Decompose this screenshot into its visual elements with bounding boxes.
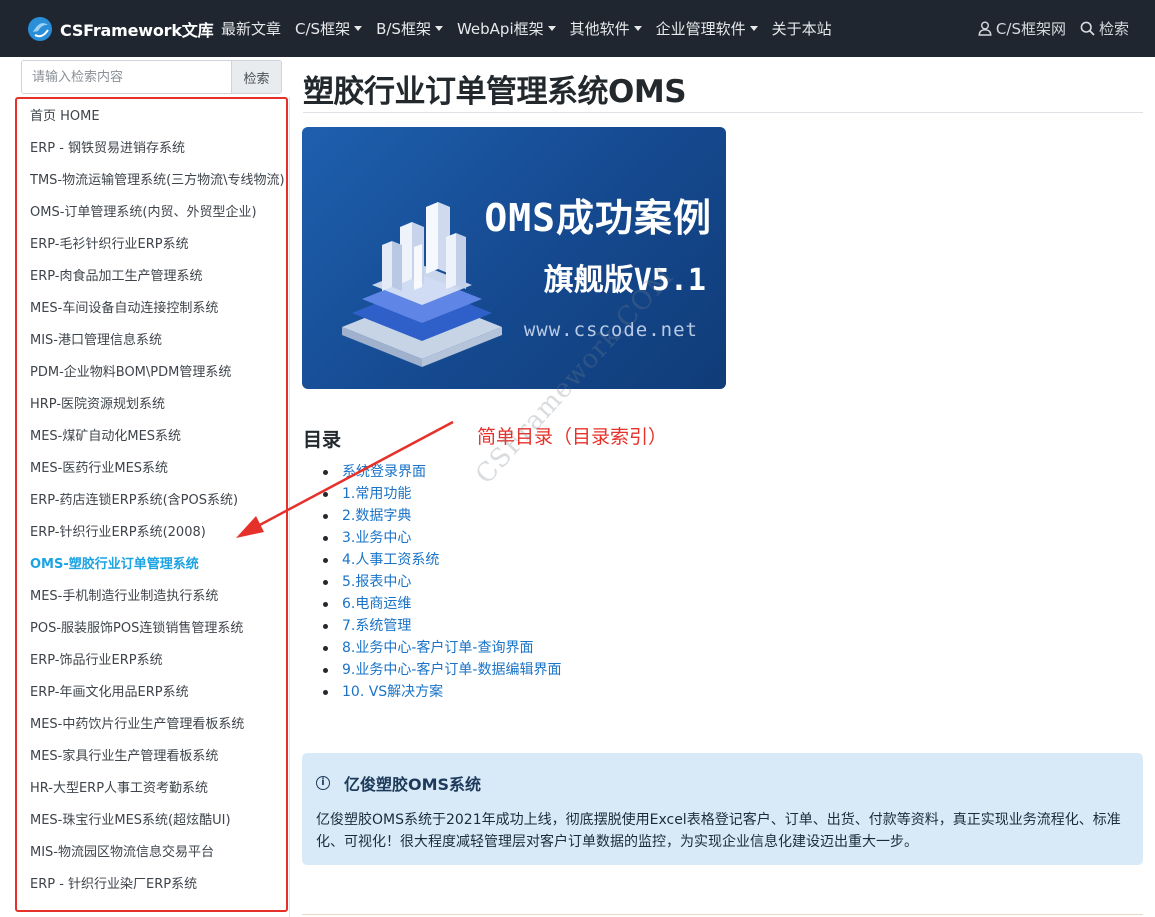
sidebar-item[interactable]: HR-大型ERP人事工资考勤系统 [30,776,286,808]
nav-search-link[interactable]: 检索 [1080,18,1129,39]
toc-link-label: 4.人事工资系统 [342,552,440,568]
nav-item-latest[interactable]: 最新文章 [221,18,281,39]
nav-item-label: 企业管理软件 [655,20,746,38]
brand-name: CSFramework文库 [60,21,214,40]
toc-link[interactable]: 7.系统管理 [323,615,561,637]
sidebar-item[interactable]: OMS-订单管理系统(内贸、外贸型企业) [30,200,286,232]
nav-item-label: C/S框架 [295,20,351,38]
nav-item-label: 最新文章 [221,20,282,38]
search-icon [1080,21,1095,36]
info-heading: 亿俊塑胶OMS系统 [344,775,482,794]
sidebar-item[interactable]: POS-服装服饰POS连锁销售管理系统 [30,616,286,648]
sidebar-item[interactable]: MES-煤矿自动化MES系统 [30,424,286,456]
toc-link-label: 3.业务中心 [342,530,412,546]
nav-item-label: B/S框架 [376,20,431,38]
sidebar-nav: 首页 HOME ERP - 钢铁贸易进销存系统 TMS-物流运输管理系统(三方物流\… [30,104,286,904]
info-text: 亿俊塑胶OMS系统于2021年成功上线，彻底摆脱使用Excel表格登记客户、订单… [316,812,1121,850]
toc-link[interactable]: 系统登录界面 [323,461,561,483]
toc-link[interactable]: 2.数据字典 [323,505,561,527]
sidebar-item[interactable]: MIS-港口管理信息系统 [30,328,286,360]
sidebar-item[interactable]: MES-家具行业生产管理看板系统 [30,744,286,776]
sidebar-search: 检索 [21,60,282,94]
main-menu: 最新文章 C/S框架 B/S框架 WebApi框架 其他软件 企业管理软件 关于… [221,18,846,39]
toc-link[interactable]: 8.业务中心-客户订单-查询界面 [323,637,561,659]
user-link[interactable]: C/S框架网 [978,18,1066,39]
sidebar-item[interactable]: ERP-毛衫针织行业ERP系统 [30,232,286,264]
toc-link-label: 8.业务中心-客户订单-查询界面 [342,640,534,656]
sidebar-item[interactable]: ERP-饰品行业ERP系统 [30,648,286,680]
title-divider [303,112,1143,113]
sidebar-item[interactable]: MES-珠宝行业MES系统(超炫酷UI) [30,808,286,840]
chevron-down-icon [633,26,642,31]
toc-link[interactable]: 10. VS解决方案 [323,681,561,703]
sidebar-item-active[interactable]: OMS-塑胶行业订单管理系统 [30,552,286,584]
info-heading-row: i 亿俊塑胶OMS系统 [316,771,1129,795]
sidebar-item[interactable]: ERP-针织行业ERP系统(2008) [30,520,286,552]
nav-search-label: 检索 [1098,20,1129,38]
toc-link[interactable]: 6.电商运维 [323,593,561,615]
sidebar-item[interactable]: 首页 HOME [30,104,286,136]
nav-item-label: WebApi框架 [456,20,544,38]
sidebar-item[interactable]: ERP-药店连锁ERP系统(含POS系统) [30,488,286,520]
sidebar-item[interactable]: ERP-年画文化用品ERP系统 [30,680,286,712]
sidebar-item[interactable]: MES-中药饮片行业生产管理看板系统 [30,712,286,744]
page-title: 塑胶行业订单管理系统OMS [303,74,687,110]
sidebar-item[interactable]: ERP-肉食品加工生产管理系统 [30,264,286,296]
toc-link-label: 6.电商运维 [342,596,412,612]
chevron-down-icon [354,26,363,31]
chevron-down-icon [434,26,443,31]
top-navbar: CSFramework文库 最新文章 C/S框架 B/S框架 WebApi框架 … [0,0,1155,57]
nav-item-about[interactable]: 关于本站 [772,18,832,39]
toc-list: 系统登录界面 1.常用功能 2.数据字典 3.业务中心 4.人事工资系统 5.报表中心 6.… [323,461,561,703]
toc-link-label: 10. VS解决方案 [342,684,444,700]
banner-title: OMS成功案例 [484,196,712,240]
sidebar-item[interactable]: ERP - 针织行业染厂ERP系统 [30,872,286,904]
toc-link-label: 1.常用功能 [342,486,412,502]
banner-image: OMS成功案例 旗舰版V5.1 www.cscode.net [302,127,726,389]
search-button[interactable]: 检索 [231,61,281,93]
banner-subtitle: 旗舰版V5.1 [543,263,706,298]
toc-link[interactable]: 5.报表中心 [323,571,561,593]
toc-link-label: 9.业务中心-客户订单-数据编辑界面 [342,662,562,678]
nav-item-other-software[interactable]: 其他软件 [570,18,642,39]
toc-link-label: 系统登录界面 [342,464,426,480]
user-icon [978,21,992,36]
chevron-down-icon [547,26,556,31]
sidebar-item[interactable]: MES-车间设备自动连接控制系统 [30,296,286,328]
sidebar-item[interactable]: HRP-医院资源规划系统 [30,392,286,424]
sidebar-item[interactable]: MES-手机制造行业制造执行系统 [30,584,286,616]
toc-link-label: 5.报表中心 [342,574,412,590]
sidebar-item[interactable]: MES-医药行业MES系统 [30,456,286,488]
info-icon: i [316,776,330,790]
chevron-down-icon [749,26,758,31]
sidebar-item[interactable]: ERP - 钢铁贸易进销存系统 [30,136,286,168]
nav-item-enterprise-software[interactable]: 企业管理软件 [656,18,758,39]
user-link-label: C/S框架网 [995,20,1066,38]
nav-item-label: 关于本站 [771,20,832,38]
toc-link[interactable]: 9.业务中心-客户订单-数据编辑界面 [323,659,561,681]
toc-link-label: 7.系统管理 [342,618,412,634]
sidebar-divider [289,97,290,917]
nav-item-cs-framework[interactable]: C/S框架 [295,18,363,39]
sidebar-item[interactable]: TMS-物流运输管理系统(三方物流\专线物流) [30,168,286,200]
nav-item-label: 其他软件 [569,20,630,38]
sidebar-item[interactable]: PDM-企业物料BOM\PDM管理系统 [30,360,286,392]
nav-item-bs-framework[interactable]: B/S框架 [376,18,443,39]
nav-right: C/S框架网 检索 [964,18,1129,39]
brand-logo-icon [28,17,52,41]
content-bottom-divider [302,914,1143,915]
toc-link[interactable]: 1.常用功能 [323,483,561,505]
nav-item-webapi-framework[interactable]: WebApi框架 [457,18,556,39]
toc-link[interactable]: 4.人事工资系统 [323,549,561,571]
sidebar-item[interactable]: MIS-物流园区物流信息交易平台 [30,840,286,872]
search-input[interactable] [22,61,231,93]
info-callout: i 亿俊塑胶OMS系统 亿俊塑胶OMS系统于2021年成功上线，彻底摆脱使用Ex… [302,753,1143,865]
toc-link-label: 2.数据字典 [342,508,412,524]
brand[interactable]: CSFramework文库 [26,14,214,44]
toc-heading: 目录 [303,429,342,451]
toc-link[interactable]: 3.业务中心 [323,527,561,549]
